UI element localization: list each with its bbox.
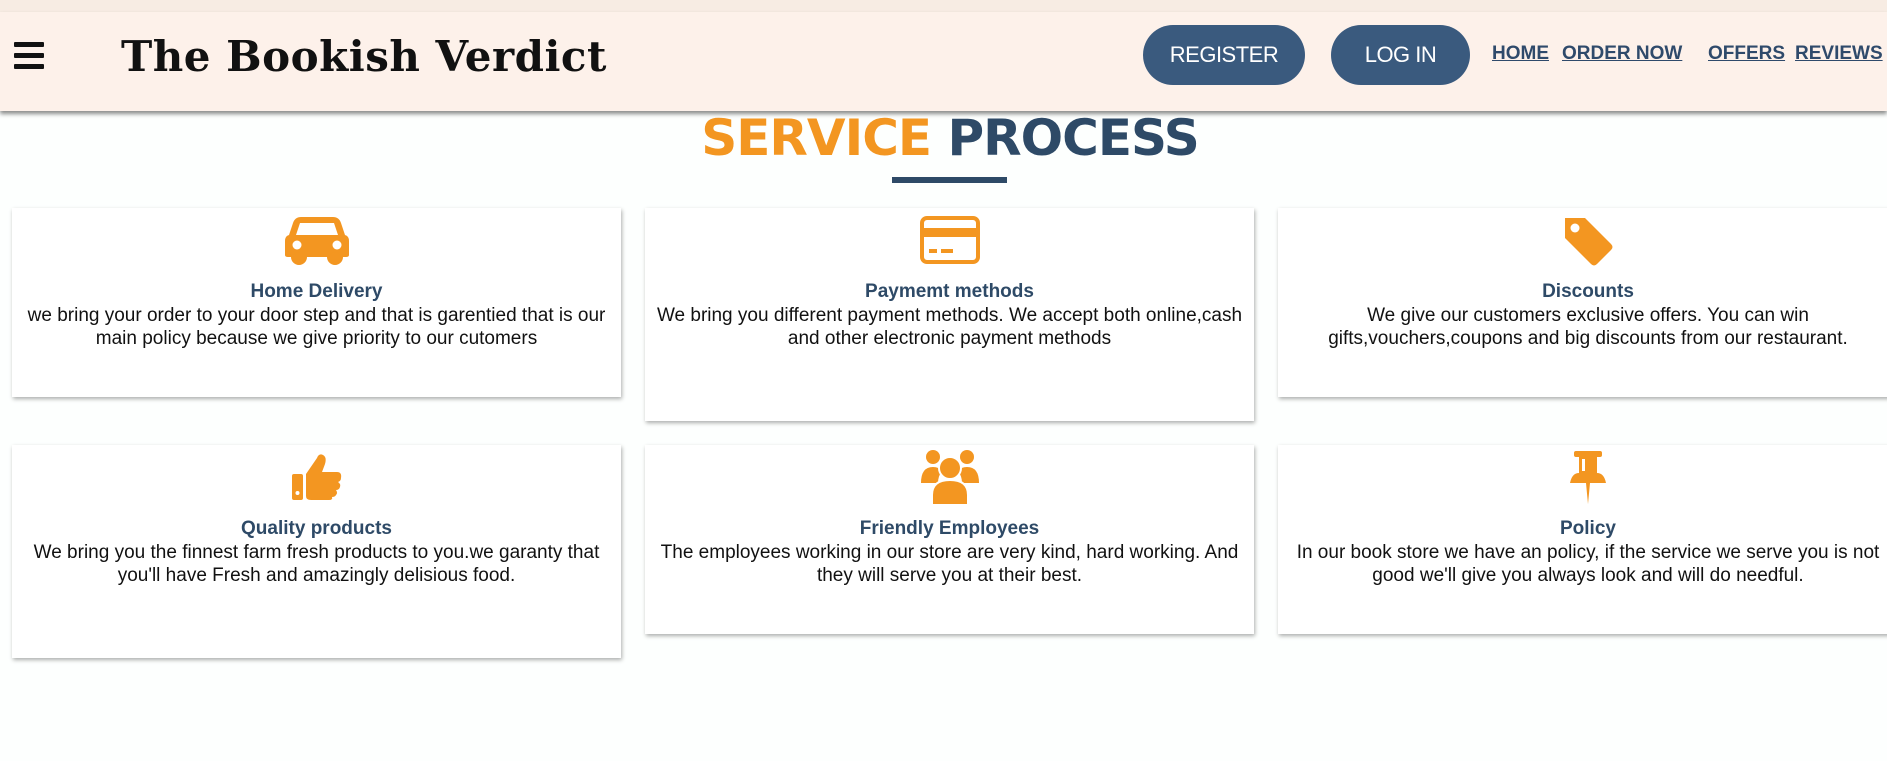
car-icon [284, 211, 349, 269]
login-button[interactable]: LOG IN [1331, 25, 1470, 85]
thumbs-up-icon [285, 448, 349, 506]
tag-icon [1556, 211, 1620, 269]
service-card-home-delivery: Home Delivery we bring your order to you… [12, 208, 621, 397]
hamburger-menu-icon[interactable] [14, 42, 44, 70]
card-description: We bring you the finnest farm fresh prod… [33, 542, 600, 586]
card-description: we bring your order to your door step an… [27, 305, 606, 349]
credit-card-icon [918, 211, 982, 269]
card-title: Policy [1560, 518, 1616, 539]
card-title: Quality products [241, 518, 392, 539]
card-description: We bring you different payment methods. … [656, 305, 1243, 349]
service-card-quality-products: Quality products We bring you the finnes… [12, 445, 621, 658]
card-title: Discounts [1542, 281, 1634, 302]
navbar: The Bookish Verdict REGISTER LOG IN HOME… [0, 12, 1887, 111]
card-description: The employees working in our store are v… [660, 542, 1239, 586]
title-underline [892, 177, 1007, 183]
card-description: We give our customers exclusive offers. … [1328, 305, 1848, 349]
pushpin-icon [1556, 448, 1620, 506]
nav-link-order-now[interactable]: ORDER NOW [1562, 43, 1682, 65]
card-title: Home Delivery [250, 281, 383, 302]
nav-link-reviews[interactable]: REVIEWS [1795, 43, 1883, 65]
register-button[interactable]: REGISTER [1143, 25, 1305, 85]
service-card-friendly-employees: Friendly Employees The employees working… [645, 445, 1254, 634]
service-card-discounts: Discounts We give our customers exclusiv… [1278, 208, 1887, 397]
top-strip [0, 0, 1887, 12]
nav-link-home[interactable]: HOME [1492, 43, 1549, 65]
section-title-accent: SERVICE [701, 109, 932, 167]
users-icon [918, 448, 982, 506]
section-title: SERVICE PROCESS [0, 105, 1887, 171]
service-card-payment-methods: Paymemt methods We bring you different p… [645, 208, 1254, 421]
service-card-policy: Policy In our book store we have an poli… [1278, 445, 1887, 634]
nav-link-offers[interactable]: OFFERS [1708, 43, 1785, 65]
brand-logo[interactable]: The Bookish Verdict [121, 32, 607, 82]
section-title-main: PROCESS [947, 109, 1199, 167]
card-description: In our book store we have an policy, if … [1296, 542, 1880, 586]
card-title: Friendly Employees [859, 518, 1040, 539]
card-title: Paymemt methods [865, 281, 1034, 302]
